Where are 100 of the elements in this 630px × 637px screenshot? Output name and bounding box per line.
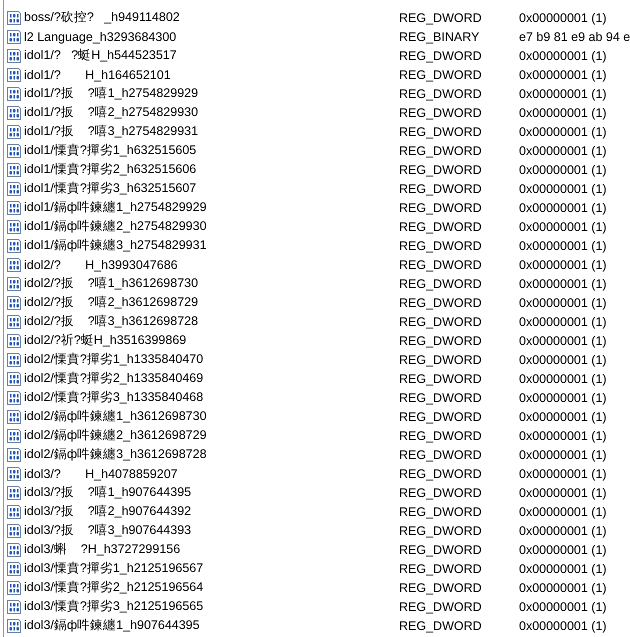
value-name[interactable]: idol2/鎘ф吽鍊纏2_h3612698729 bbox=[24, 427, 207, 444]
binary-value-icon bbox=[6, 390, 22, 406]
binary-value-icon bbox=[6, 48, 22, 64]
value-data: 0x00000001 (1) bbox=[518, 352, 608, 366]
binary-value-icon bbox=[6, 408, 22, 424]
binary-value-icon bbox=[6, 142, 22, 158]
value-data: 0x00000001 (1) bbox=[518, 580, 608, 594]
value-type: REG_DWORD bbox=[398, 542, 483, 556]
value-data: 0x00000001 (1) bbox=[518, 618, 608, 632]
value-type: REG_DWORD bbox=[398, 124, 483, 138]
value-type: REG_DWORD bbox=[398, 48, 483, 62]
binary-value-icon bbox=[6, 522, 22, 538]
binary-value-icon bbox=[6, 124, 22, 140]
value-name[interactable]: idol1/? ?蜓H_h544523517 bbox=[24, 47, 177, 64]
value-name[interactable]: idol3/? H_h4078859207 bbox=[24, 466, 178, 480]
value-name[interactable]: idol3/鎘ф吽鍊纏1_h907644395 bbox=[24, 617, 200, 634]
value-name[interactable]: idol1/鎘ф吽鍊纏3_h2754829931 bbox=[24, 237, 207, 254]
value-name[interactable]: idol2/慄賁?撣劣3_h1335840468 bbox=[24, 389, 204, 406]
value-data: 0x00000001 (1) bbox=[518, 542, 608, 556]
value-name[interactable]: idol1/鎘ф吽鍊纏1_h2754829929 bbox=[24, 199, 207, 216]
binary-value-icon bbox=[6, 542, 22, 558]
value-name[interactable]: idol3/蝌 ?H_h3727299156 bbox=[24, 541, 180, 558]
binary-value-icon bbox=[6, 560, 22, 576]
value-type: REG_DWORD bbox=[398, 524, 483, 538]
value-type: REG_DWORD bbox=[398, 86, 483, 100]
value-data: e7 b9 81 e9 ab 94 e bbox=[518, 30, 630, 44]
binary-value-icon bbox=[6, 218, 22, 234]
value-data: 0x00000001 (1) bbox=[518, 448, 608, 462]
value-data: 0x00000001 (1) bbox=[518, 106, 608, 120]
binary-value-icon bbox=[6, 294, 22, 310]
value-name[interactable]: idol1/慄賁?撣劣1_h632515605 bbox=[24, 142, 196, 159]
binary-value-icon bbox=[6, 238, 22, 254]
value-name[interactable]: idol1/?扳 ?嘻1_h2754829929 bbox=[24, 85, 198, 102]
value-name[interactable]: idol1/?扳 ?嘻3_h2754829931 bbox=[24, 123, 198, 140]
binary-value-icon bbox=[6, 352, 22, 368]
value-type: REG_DWORD bbox=[398, 200, 483, 214]
value-type: REG_DWORD bbox=[398, 372, 483, 386]
value-data: 0x00000001 (1) bbox=[518, 182, 608, 196]
value-name[interactable]: idol1/? H_h164652101 bbox=[24, 68, 171, 82]
value-type: REG_DWORD bbox=[398, 106, 483, 120]
value-type: REG_DWORD bbox=[398, 182, 483, 196]
value-data: 0x00000001 (1) bbox=[518, 162, 608, 176]
binary-value-icon bbox=[6, 276, 22, 292]
value-name[interactable]: idol2/鎘ф吽鍊纏1_h3612698730 bbox=[24, 408, 207, 425]
value-data: 0x00000001 (1) bbox=[518, 10, 608, 24]
value-name[interactable]: idol3/?扳 ?嘻3_h907644393 bbox=[24, 522, 192, 539]
value-name[interactable]: idol3/慄賁?撣劣1_h2125196567 bbox=[24, 560, 204, 577]
value-type: REG_DWORD bbox=[398, 276, 483, 290]
binary-value-icon bbox=[6, 256, 22, 272]
value-data: 0x00000001 (1) bbox=[518, 390, 608, 404]
value-data: 0x00000001 (1) bbox=[518, 372, 608, 386]
binary-value-icon bbox=[6, 466, 22, 482]
binary-value-icon bbox=[6, 428, 22, 444]
value-data: 0x00000001 (1) bbox=[518, 258, 608, 272]
value-name[interactable]: l2 Language_h3293684300 bbox=[24, 30, 176, 44]
value-name[interactable]: boss/?砍控? _h949114802 bbox=[24, 9, 180, 26]
value-type: REG_DWORD bbox=[398, 618, 483, 632]
value-data: 0x00000001 (1) bbox=[518, 600, 608, 614]
value-type: REG_DWORD bbox=[398, 10, 483, 24]
value-data: 0x00000001 (1) bbox=[518, 220, 608, 234]
value-name[interactable]: idol3/慄賁?撣劣2_h2125196564 bbox=[24, 579, 204, 596]
value-type: REG_DWORD bbox=[398, 352, 483, 366]
value-name[interactable]: idol2/? H_h3993047686 bbox=[24, 258, 178, 272]
binary-value-icon bbox=[6, 618, 22, 634]
value-name[interactable]: idol3/慄賁?撣劣3_h2125196565 bbox=[24, 598, 204, 615]
value-name[interactable]: idol1/鎘ф吽鍊纏2_h2754829930 bbox=[24, 218, 207, 235]
value-name[interactable]: idol2/?扳 ?嘻2_h3612698729 bbox=[24, 294, 198, 311]
value-name[interactable]: idol1/慄賁?撣劣3_h632515607 bbox=[24, 180, 196, 197]
value-data: 0x00000001 (1) bbox=[518, 144, 608, 158]
binary-value-icon bbox=[6, 104, 22, 120]
value-data: 0x00000001 (1) bbox=[518, 524, 608, 538]
value-name[interactable]: idol2/?祈?蜓H_h3516399869 bbox=[24, 332, 186, 349]
binary-value-icon bbox=[6, 446, 22, 462]
value-data: 0x00000001 (1) bbox=[518, 466, 608, 480]
value-name[interactable]: idol2/鎘ф吽鍊纏3_h3612698728 bbox=[24, 446, 207, 463]
value-type: REG_DWORD bbox=[398, 390, 483, 404]
value-data: 0x00000001 (1) bbox=[518, 428, 608, 442]
binary-value-icon bbox=[6, 66, 22, 82]
value-type: REG_DWORD bbox=[398, 562, 483, 576]
value-type: REG_DWORD bbox=[398, 314, 483, 328]
value-name[interactable]: idol2/慄賁?撣劣2_h1335840469 bbox=[24, 370, 204, 387]
value-name[interactable]: idol1/?扳 ?嘻2_h2754829930 bbox=[24, 104, 198, 121]
value-name[interactable]: idol1/慄賁?撣劣2_h632515606 bbox=[24, 161, 196, 178]
value-name[interactable]: idol2/慄賁?撣劣1_h1335840470 bbox=[24, 351, 204, 368]
value-type: REG_DWORD bbox=[398, 600, 483, 614]
value-type: REG_DWORD bbox=[398, 428, 483, 442]
value-name[interactable]: idol2/?扳 ?嘻3_h3612698728 bbox=[24, 313, 198, 330]
value-type: REG_DWORD bbox=[398, 410, 483, 424]
value-type: REG_DWORD bbox=[398, 238, 483, 252]
binary-value-icon bbox=[6, 200, 22, 216]
value-data: 0x00000001 (1) bbox=[518, 410, 608, 424]
value-name[interactable]: idol2/?扳 ?嘻1_h3612698730 bbox=[24, 275, 198, 292]
value-type: REG_DWORD bbox=[398, 220, 483, 234]
value-type: REG_DWORD bbox=[398, 334, 483, 348]
binary-value-icon bbox=[6, 370, 22, 386]
value-data: 0x00000001 (1) bbox=[518, 238, 608, 252]
value-name[interactable]: idol3/?扳 ?嘻1_h907644395 bbox=[24, 484, 192, 501]
binary-value-icon bbox=[6, 28, 22, 44]
value-type: REG_DWORD bbox=[398, 504, 483, 518]
value-name[interactable]: idol3/?扳 ?嘻2_h907644392 bbox=[24, 503, 192, 520]
